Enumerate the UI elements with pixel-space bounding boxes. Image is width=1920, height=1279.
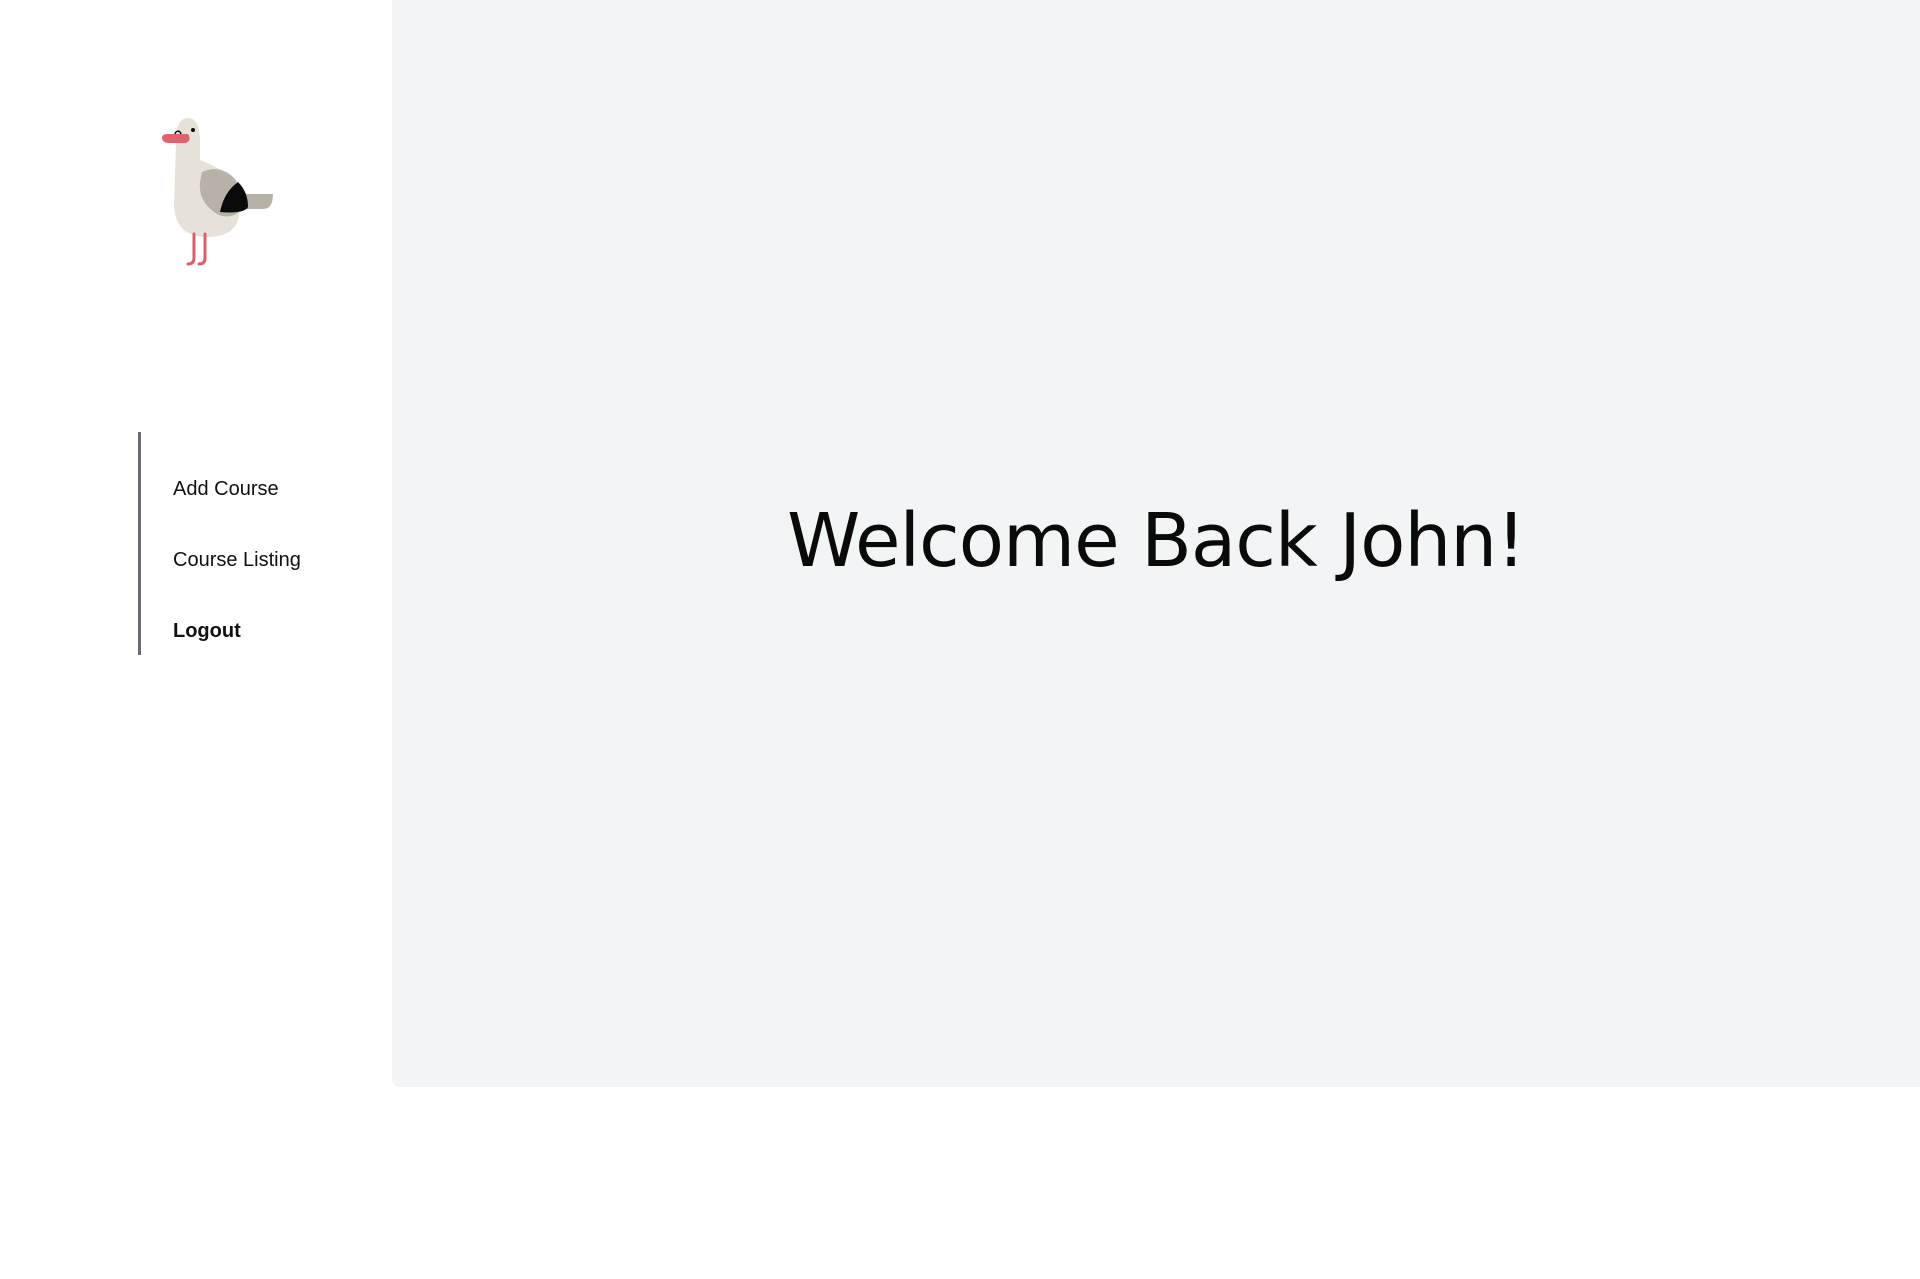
nav-item-course-listing[interactable]: Course Listing (173, 549, 301, 572)
seagull-logo-icon (158, 112, 278, 272)
sidebar: Add Course Course Listing Logout (0, 0, 392, 1087)
nav-item-add-course[interactable]: Add Course (173, 478, 279, 501)
main-panel: Welcome Back John! (392, 0, 1920, 1087)
nav-item-logout[interactable]: Logout (173, 620, 241, 643)
welcome-heading: Welcome Back John! (787, 498, 1526, 584)
app-root: Add Course Course Listing Logout Welcome… (0, 0, 1920, 1279)
sidebar-nav: Add Course Course Listing Logout (138, 432, 381, 655)
